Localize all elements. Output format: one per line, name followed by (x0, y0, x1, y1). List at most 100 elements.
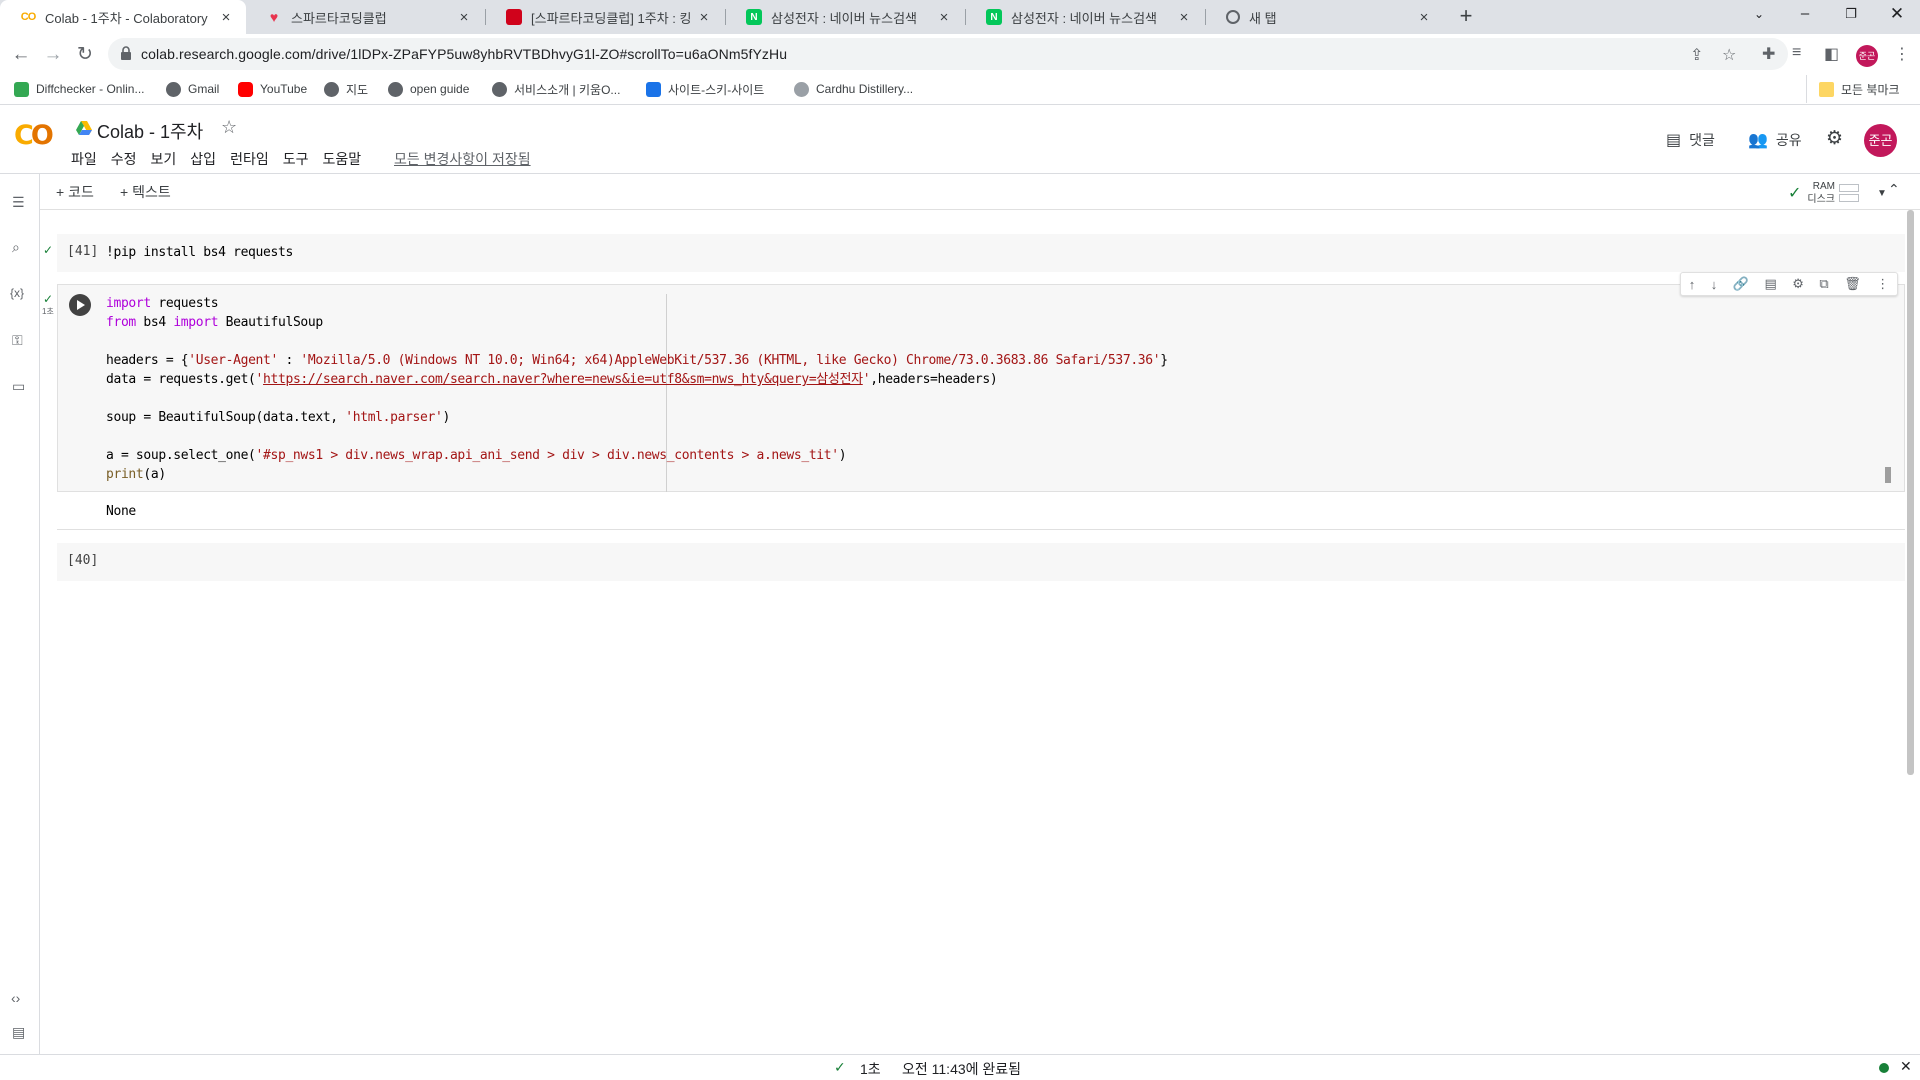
move-up-icon[interactable]: ↑ (1689, 277, 1696, 292)
tab-sparta[interactable]: ♥ 스파르타코딩클럽 × (246, 0, 484, 34)
check-icon: ✓ (834, 1059, 846, 1075)
bookmark-ski-site[interactable]: 사이트-스키-사이트 (646, 75, 764, 103)
menu-help[interactable]: 도움말 (322, 149, 361, 169)
delete-icon[interactable]: 🗑 (1844, 276, 1861, 292)
completion-status[interactable]: 오전 11:43에 완료됨 (902, 1059, 1021, 1079)
bookmark-gmail[interactable]: Gmail (166, 75, 219, 103)
bookmark-youtube[interactable]: YouTube (238, 75, 307, 103)
close-icon[interactable]: × (936, 9, 952, 26)
comment-icon[interactable]: ▤ (1764, 276, 1776, 292)
settings-gear-icon[interactable]: ⚙ (1826, 127, 1843, 150)
close-icon[interactable]: × (218, 9, 234, 26)
code-editor[interactable]: !pip install bs4 requests (106, 243, 293, 262)
collapse-header-icon[interactable]: ⌃ (1888, 181, 1900, 198)
move-down-icon[interactable]: ↓ (1711, 277, 1718, 292)
bookmark-kiwoom[interactable]: 서비스소개 | 키움O... (492, 75, 620, 103)
menu-view[interactable]: 보기 (151, 149, 177, 169)
globe-icon (388, 81, 403, 97)
user-avatar[interactable]: 준곤 (1864, 124, 1897, 157)
minimize-button[interactable]: – (1782, 0, 1828, 30)
terminal-icon[interactable]: ▤ (12, 1024, 25, 1041)
colab-logo[interactable]: CO (14, 120, 54, 151)
back-button[interactable]: ← (8, 42, 34, 68)
colab-favicon-icon: CO (20, 11, 37, 23)
secrets-key-icon[interactable]: ⚿ (12, 332, 23, 349)
code-snippets-icon[interactable]: ‹› (11, 990, 20, 1006)
execution-count: [40] (67, 553, 99, 568)
chrome-menu-icon[interactable]: ⋮ (1894, 44, 1910, 64)
menu-file[interactable]: 파일 (71, 149, 97, 169)
bookmark-open-guide[interactable]: open guide (388, 75, 469, 103)
restore-button[interactable]: ❐ (1828, 0, 1874, 30)
extensions-icon[interactable]: ✚ (1762, 44, 1775, 64)
close-icon[interactable]: × (456, 9, 472, 26)
bookmark-maps[interactable]: 지도 (324, 75, 368, 103)
bookmark-star-icon[interactable]: ☆ (1722, 45, 1736, 65)
reload-button[interactable]: ↻ (72, 42, 98, 68)
people-icon: 👥 (1748, 132, 1768, 149)
profile-avatar[interactable]: 준곤 (1856, 45, 1878, 67)
tab-naver-news-2[interactable]: N 삼성전자 : 네이버 뉴스검색 × (966, 0, 1204, 34)
bookmark-diffchecker[interactable]: Diffchecker - Onlin... (14, 75, 144, 103)
ram-label: RAM (1812, 181, 1836, 192)
settings-gear-icon[interactable]: ⚙ (1792, 276, 1804, 292)
bookmark-cardhu[interactable]: Cardhu Distillery... (794, 75, 913, 103)
browser-tab-strip: CO Colab - 1주차 - Colaboratory × ♥ 스파르타코딩… (0, 0, 1920, 34)
close-window-button[interactable]: ✕ (1874, 0, 1920, 30)
add-text-button[interactable]: + 텍스트 (120, 182, 171, 202)
more-options-icon[interactable]: ⋮ (1876, 276, 1889, 292)
forward-button[interactable]: → (40, 42, 66, 68)
tab-search-icon[interactable]: ⌄ (1736, 0, 1782, 30)
share-page-icon[interactable]: ⇪ (1690, 45, 1703, 65)
code-cell[interactable]: [40] (57, 543, 1905, 581)
menu-tools[interactable]: 도구 (283, 149, 309, 169)
code-editor[interactable]: import requests from bs4 import Beautifu… (106, 294, 1168, 484)
notebook-title[interactable]: Colab - 1주차 (97, 118, 203, 144)
execution-count: [41] (67, 244, 99, 259)
dropdown-arrow-icon[interactable]: ▼ (1877, 188, 1887, 199)
add-code-button[interactable]: + 코드 (56, 182, 94, 202)
all-bookmarks[interactable]: 모든 북마크 (1806, 75, 1900, 103)
cell-success-icon: ✓ (43, 292, 54, 306)
menu-insert[interactable]: 삽입 (190, 149, 216, 169)
cell-toolbar: ↑ ↓ 🔗 ▤ ⚙ ⧉ 🗑 ⋮ (1680, 272, 1898, 296)
files-folder-icon[interactable]: ▭ (12, 378, 25, 395)
search-icon[interactable]: ⌕ (12, 239, 20, 256)
share-button[interactable]: 👥 공유 (1748, 130, 1802, 150)
link-icon[interactable]: 🔗 (1733, 276, 1749, 292)
star-icon[interactable]: ☆ (221, 117, 237, 138)
lock-icon (121, 46, 131, 60)
menu-bar: 파일 수정 보기 삽입 런타임 도구 도움말 (71, 149, 375, 169)
code-editor-scroll-thumb[interactable] (1885, 467, 1891, 483)
menu-runtime[interactable]: 런타임 (230, 149, 269, 169)
run-cell-button[interactable] (69, 294, 91, 316)
notebook-scrollbar[interactable] (1907, 210, 1914, 775)
comment-button[interactable]: ▤ 댓글 (1666, 130, 1715, 150)
tab-naver-news-1[interactable]: N 삼성전자 : 네이버 뉴스검색 × (726, 0, 964, 34)
cell-success-icon: ✓ (43, 243, 54, 257)
side-panel-icon[interactable]: ◧ (1824, 44, 1839, 64)
media-control-icon[interactable]: ≡ (1792, 44, 1801, 62)
variables-icon[interactable]: {x} (10, 286, 24, 300)
close-icon[interactable]: × (1416, 9, 1432, 26)
mountain-icon (646, 81, 661, 97)
tab-colab[interactable]: CO Colab - 1주차 - Colaboratory × (0, 0, 246, 34)
tab-new[interactable]: 새 탭 × (1206, 0, 1444, 34)
table-of-contents-icon[interactable]: ☰ (12, 194, 25, 211)
globe-icon (1226, 10, 1240, 24)
tab-sparta-week1[interactable]: [스파르타코딩클럽] 1주차 : 킹 × (486, 0, 724, 34)
close-icon[interactable]: × (696, 9, 712, 26)
mirror-cell-icon[interactable]: ⧉ (1819, 276, 1828, 292)
close-icon[interactable]: × (1176, 9, 1192, 26)
youtube-icon (238, 81, 253, 97)
resource-monitor[interactable]: ✓ RAM 디스크 ▼ (1788, 180, 1887, 206)
address-bar[interactable]: colab.research.google.com/drive/1lDPx-ZP… (108, 38, 1788, 70)
google-drive-icon (76, 121, 92, 135)
new-tab-button[interactable]: + (1454, 5, 1478, 29)
globe-icon (492, 81, 507, 97)
code-cell[interactable]: [41] !pip install bs4 requests (57, 234, 1905, 272)
saved-status[interactable]: 모든 변경사항이 저장됨 (394, 149, 531, 169)
globe-icon (166, 81, 181, 97)
menu-edit[interactable]: 수정 (111, 149, 137, 169)
close-icon[interactable]: ✕ (1900, 1058, 1912, 1075)
